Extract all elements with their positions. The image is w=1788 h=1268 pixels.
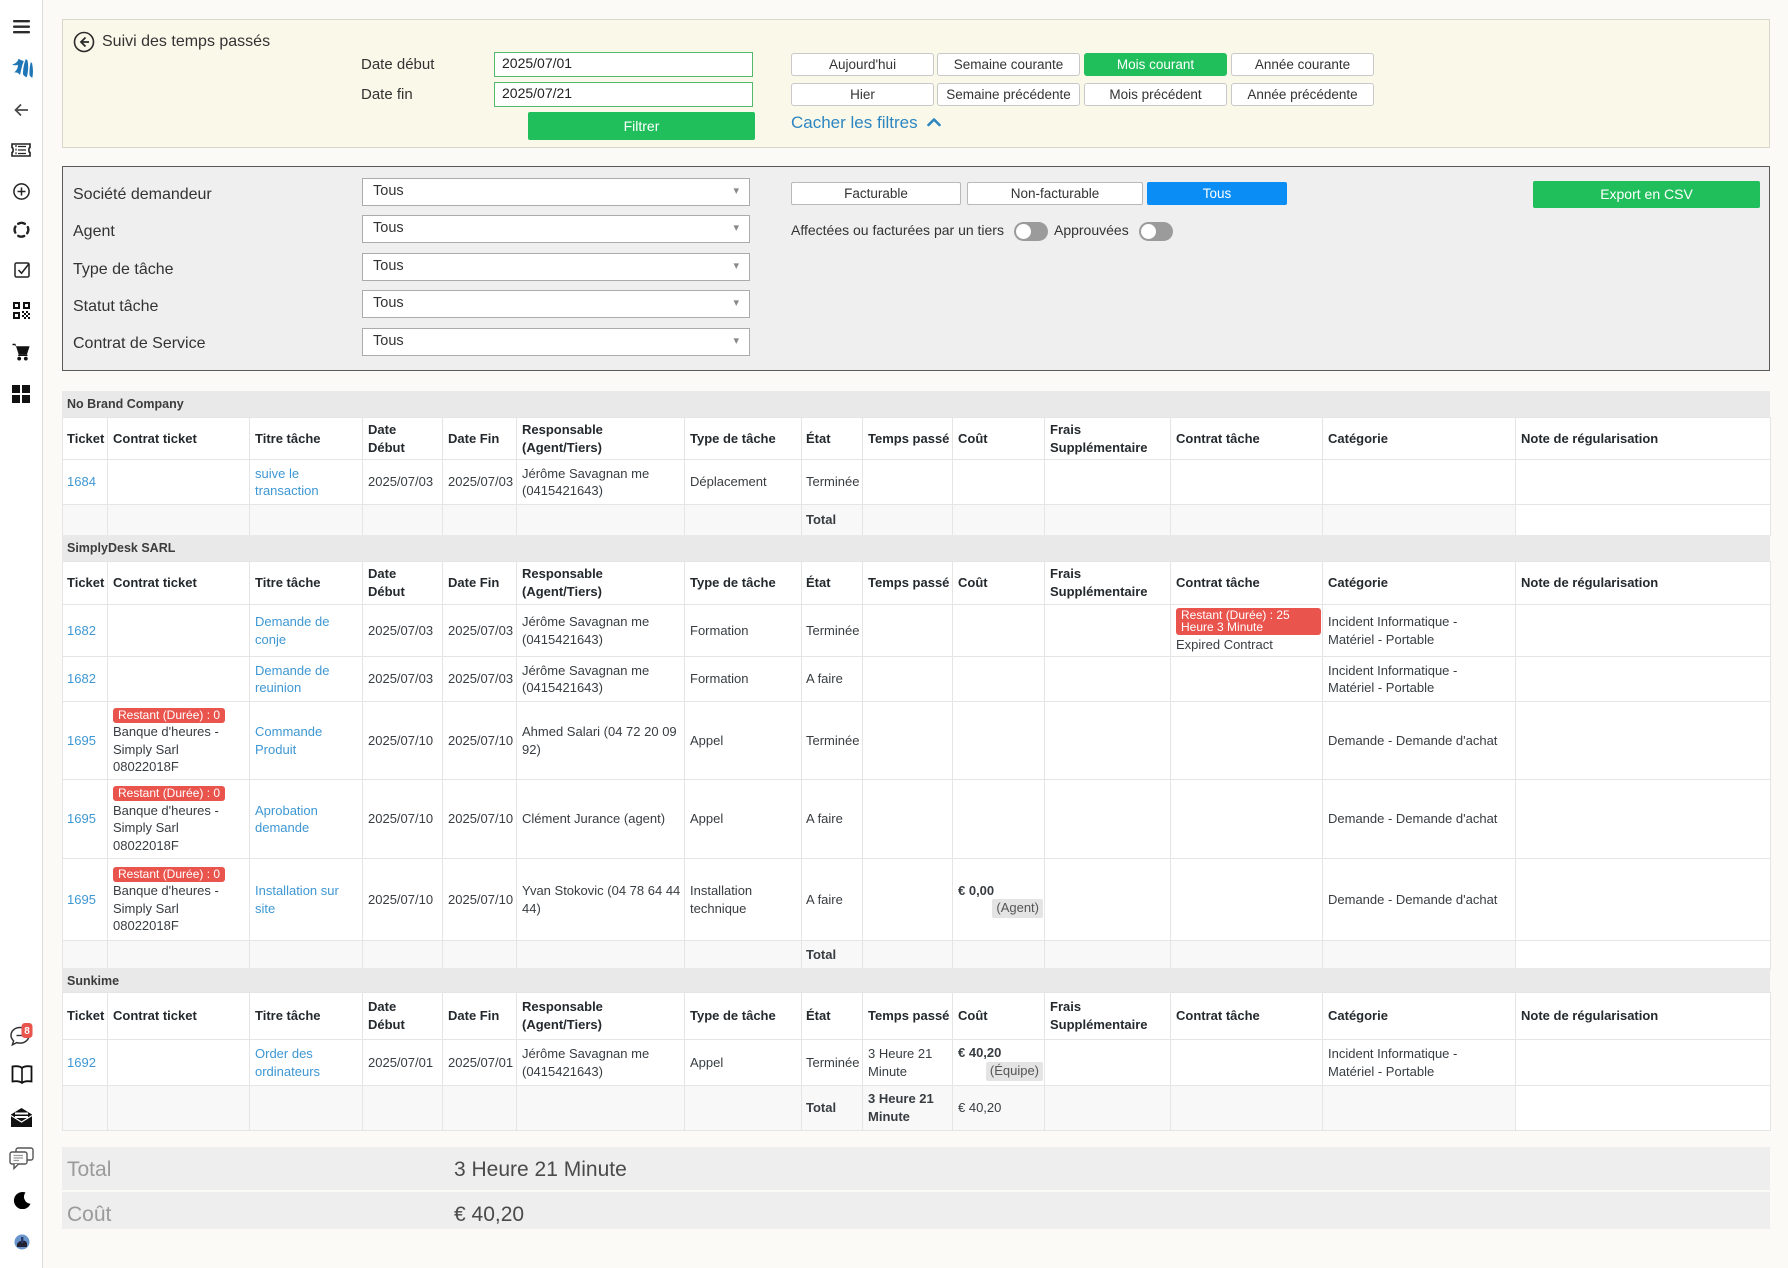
svg-text:8: 8 (24, 1026, 30, 1037)
